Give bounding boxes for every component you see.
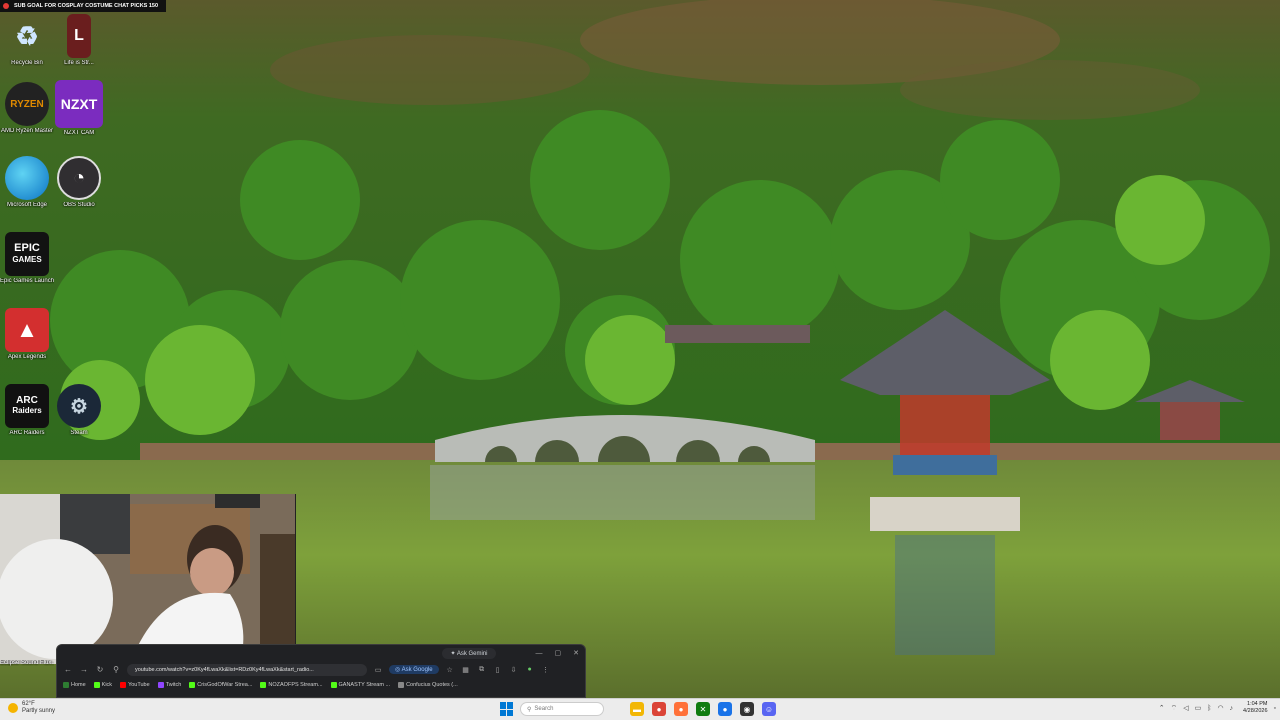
- apex-legends-icon: ▲: [5, 308, 49, 352]
- bookmark-item[interactable]: Kick: [93, 682, 112, 688]
- webcam-overlay: [0, 494, 296, 664]
- bookmark-favicon-icon: [157, 682, 164, 688]
- desktop-icon-steam[interactable]: ⚙ Steam: [52, 384, 106, 436]
- clock-date: 4/28/2026: [1243, 708, 1268, 714]
- start-button[interactable]: [500, 702, 514, 716]
- stream-goal-banner: SUB GOAL FOR COSPLAY COSTUME CHAT PICKS …: [0, 0, 166, 12]
- discord-icon[interactable]: ☺: [762, 702, 776, 716]
- cast-icon[interactable]: ▭: [373, 666, 383, 674]
- steam-icon: ⚙: [57, 384, 101, 428]
- battery-icon[interactable]: ▭: [1195, 704, 1202, 712]
- reload-icon[interactable]: ↻: [95, 665, 105, 674]
- weather-desc: Partly sunny: [22, 708, 56, 714]
- desktop-icon-arc-raiders[interactable]: ARC Raiders ARC Raiders: [0, 384, 54, 436]
- extension-icon[interactable]: ▦: [461, 666, 471, 674]
- speaker-icon[interactable]: ♪: [1230, 705, 1234, 712]
- desktop-icon-obs[interactable]: ◔ OBS Studio: [52, 156, 106, 208]
- forward-icon[interactable]: →: [79, 665, 89, 674]
- arc-raiders-icon: ARC Raiders: [5, 384, 49, 428]
- wifi-icon[interactable]: ◠: [1217, 704, 1223, 712]
- menu-icon[interactable]: ⋮: [541, 666, 551, 674]
- bookmark-item[interactable]: CrisGodOfWar Strea...: [189, 682, 252, 688]
- live-dot-icon: [3, 3, 9, 9]
- notification-icon[interactable]: ▫: [1274, 705, 1276, 712]
- address-bar[interactable]: youtube.com/watch?v=z0Ky4fLwaXk&list=RDz…: [127, 663, 367, 676]
- edge-icon: [5, 156, 49, 200]
- obs-taskbar-icon[interactable]: ◉: [740, 702, 754, 716]
- bookmark-favicon-icon: [260, 682, 267, 688]
- desktop-icon-epic-games[interactable]: EPIC GAMES Epic Games Launcher: [0, 232, 54, 284]
- desktop-icon-edge[interactable]: Microsoft Edge: [0, 156, 54, 208]
- nzxt-cam-icon: NZXT: [55, 80, 103, 128]
- desktop-icon-apex-legends[interactable]: ▲ Apex Legends: [0, 308, 54, 360]
- weather-temp: 62°F: [22, 701, 35, 707]
- minimize-icon[interactable]: —: [536, 650, 543, 657]
- bookmark-favicon-icon: [189, 682, 196, 688]
- clock-time: 1:04 PM: [1247, 701, 1268, 707]
- bookmark-favicon-icon: [93, 682, 100, 688]
- site-info-icon[interactable]: ⚲: [111, 665, 121, 674]
- taskbar-search[interactable]: ⚲ Search: [520, 702, 604, 716]
- firefox-icon[interactable]: ●: [674, 702, 688, 716]
- sidebar-icon[interactable]: ▯: [493, 666, 503, 674]
- bookmark-favicon-icon: [398, 682, 405, 688]
- chrome-icon[interactable]: ●: [652, 702, 666, 716]
- bookmark-item[interactable]: Home: [63, 682, 86, 688]
- recycle-bin-icon: ♻: [15, 20, 39, 51]
- desktop-icon-life-is-strange[interactable]: L Life is Str...: [52, 14, 106, 66]
- close-icon[interactable]: ✕: [573, 649, 579, 657]
- desktop-icon-recycle-bin[interactable]: ♻ Recycle Bin: [0, 14, 54, 67]
- chevron-up-icon[interactable]: ⌃: [1159, 704, 1165, 712]
- weather-widget[interactable]: 62°F Partly sunny: [8, 701, 55, 715]
- puzzle-icon[interactable]: ⧉: [477, 666, 487, 674]
- browser-window[interactable]: ✦ Ask Gemini — ▢ ✕ ← → ↻ ⚲ youtube.com/w…: [56, 644, 586, 698]
- browser-title-bar: ✦ Ask Gemini — ▢ ✕: [57, 645, 585, 661]
- file-explorer-icon[interactable]: ▬: [630, 702, 644, 716]
- bookmark-star-icon[interactable]: ☆: [445, 666, 455, 674]
- banner-text: SUB GOAL FOR COSPLAY COSTUME CHAT PICKS …: [14, 3, 159, 9]
- bookmarks-bar: Home Kick YouTube Twitch CrisGodOfWar Strea.…: [57, 678, 585, 692]
- bookmark-favicon-icon: [63, 682, 69, 688]
- system-tray: ⌃ ⌔ ◁ ▭ ᛒ ◠ ♪ 1:04 PM 4/28/2026 ▫: [1159, 701, 1276, 715]
- xbox-icon[interactable]: ✕: [696, 702, 710, 716]
- bookmark-item[interactable]: GANASTY Stream ...: [330, 682, 390, 688]
- bookmark-item[interactable]: NOZAOFPS Stream...: [260, 682, 323, 688]
- desktop-icon-shortcut[interactable]: Eclipse Sound Flux...: [0, 658, 54, 688]
- clock[interactable]: 1:04 PM 4/28/2026: [1243, 701, 1267, 715]
- desktop-icon-amd-ryzen-master[interactable]: RYZEN AMD Ryzen Master: [0, 82, 54, 134]
- partly-sunny-icon: [8, 703, 18, 713]
- taskbar: 62°F Partly sunny ⚲ Search ▬ ● ● ✕ ● ◉ ☺ ⌃ ⌔ ◁…: [0, 698, 1280, 720]
- search-icon: ⚲: [527, 706, 532, 713]
- bookmark-item[interactable]: Confucius Quotes (...: [398, 682, 458, 688]
- life-is-strange-icon: L: [67, 14, 91, 58]
- bookmark-favicon-icon: [330, 682, 337, 688]
- taskbar-center: ⚲ Search ▬ ● ● ✕ ● ◉ ☺: [500, 702, 776, 716]
- browser-address-row: ← → ↻ ⚲ youtube.com/watch?v=z0Ky4fLwaXk&…: [57, 661, 585, 678]
- network-icon[interactable]: ⌔: [1171, 704, 1178, 713]
- epic-games-icon: EPIC GAMES: [5, 232, 49, 276]
- bookmark-favicon-icon: [120, 682, 127, 688]
- volume-icon[interactable]: ◁: [1183, 704, 1188, 712]
- back-icon[interactable]: ←: [63, 665, 73, 674]
- profile-icon[interactable]: ●: [525, 666, 535, 673]
- bluetooth-icon[interactable]: ᛒ: [1207, 705, 1211, 712]
- bookmark-item[interactable]: Twitch: [157, 682, 181, 688]
- obs-icon: ◔: [57, 156, 101, 200]
- taskbar-apps: ▬ ● ● ✕ ● ◉ ☺: [630, 702, 776, 716]
- amd-ryzen-master-icon: RYZEN: [5, 82, 49, 126]
- bookmark-item[interactable]: YouTube: [120, 682, 150, 688]
- download-icon[interactable]: ⇩: [509, 666, 519, 674]
- desktop-icon-nzxt-cam[interactable]: NZXT NZXT CAM: [52, 80, 106, 136]
- maximize-icon[interactable]: ▢: [555, 649, 562, 657]
- chrome-alt-icon[interactable]: ●: [718, 702, 732, 716]
- ask-gemini-button[interactable]: ✦ Ask Gemini: [442, 647, 496, 659]
- ask-google-button[interactable]: ◎ Ask Google: [389, 665, 439, 674]
